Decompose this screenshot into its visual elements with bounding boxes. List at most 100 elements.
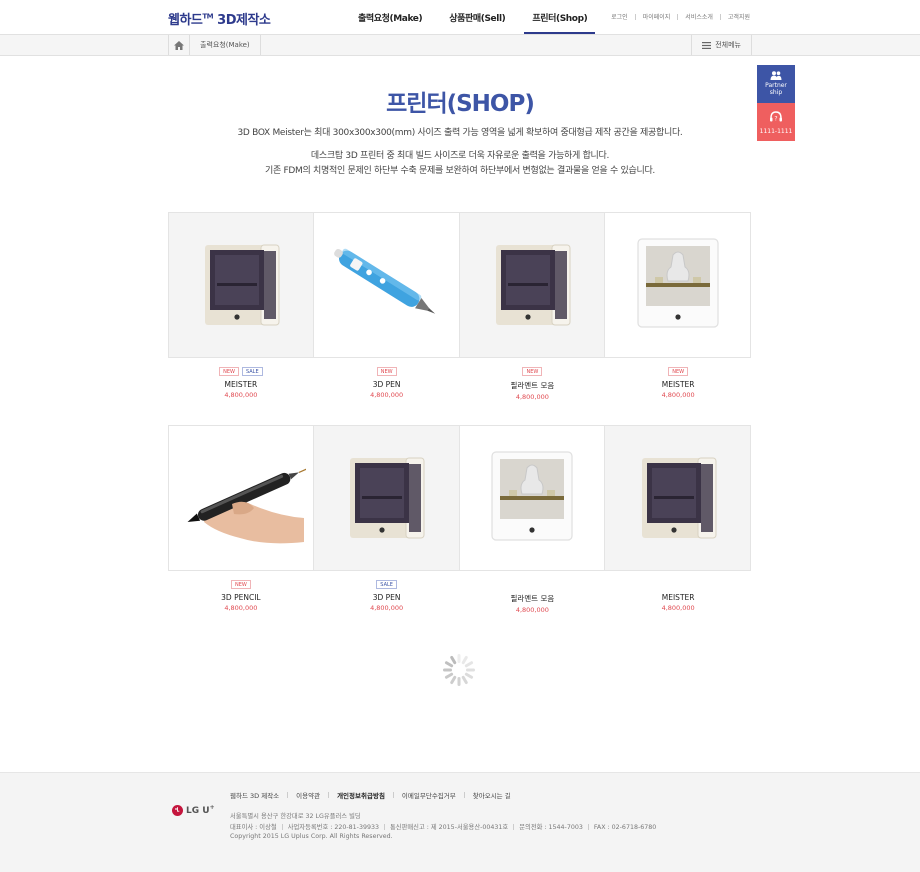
divider xyxy=(587,824,589,830)
hamburger-icon xyxy=(702,41,712,49)
meister-printer-icon xyxy=(191,233,291,337)
divider xyxy=(634,13,636,20)
product-image[interactable] xyxy=(168,425,314,571)
footer-copyright: Copyright 2015 LG Uplus Corp. All Rights… xyxy=(230,833,393,840)
intro-text-1: 3D BOX Meister는 최대 300x300x300(mm) 사이즈 출… xyxy=(237,128,683,138)
spinner-bar xyxy=(461,655,468,665)
product-name[interactable]: 3D PEN xyxy=(314,380,460,389)
3d-pen-icon xyxy=(326,233,446,337)
badge-group: NEW SALE xyxy=(168,367,314,377)
product-image[interactable] xyxy=(459,212,606,358)
spinner-bar xyxy=(450,675,457,685)
product-name[interactable]: 3D PEN xyxy=(314,593,460,602)
product-image[interactable] xyxy=(605,425,751,571)
nav-sell[interactable]: 상품판매(Sell) xyxy=(441,0,513,34)
new-badge: NEW xyxy=(230,580,251,589)
badge-group xyxy=(605,580,751,590)
all-menu-button[interactable]: 전체메뉴 xyxy=(691,35,752,55)
product-name[interactable]: 필라멘트 모음 xyxy=(460,593,606,604)
footer-company-info: 대표이사 : 이상철 사업자등록번호 : 220-81-39933 통신판매신고 :… xyxy=(230,822,656,831)
business-number: 사업자등록번호 : 220-81-39933 xyxy=(287,824,379,831)
footer-link-privacy[interactable]: 개인정보취급방침 xyxy=(337,790,385,800)
support-link[interactable]: 고객지원 xyxy=(728,12,750,21)
badge-group: SALE xyxy=(314,580,460,590)
new-badge: NEW xyxy=(376,367,397,376)
mail-order-number: 통신판매신고 : 제 2015-서울용산-00431호 xyxy=(389,824,509,831)
product-name[interactable]: 필라멘트 모음 xyxy=(460,380,606,391)
product-name[interactable]: 3D PENCIL xyxy=(168,593,314,602)
mypage-link[interactable]: 마이페이지 xyxy=(643,12,671,21)
product-card[interactable]: NEW 3D PENCIL 4,800,000 xyxy=(168,425,314,614)
product-card[interactable]: SALE 3D PEN 4,800,000 xyxy=(313,425,460,614)
divider xyxy=(287,792,289,798)
product-image[interactable] xyxy=(605,212,751,358)
people-icon xyxy=(770,71,782,80)
fax-info: FAX : 02-6718-6780 xyxy=(593,824,657,831)
product-image[interactable] xyxy=(168,212,314,358)
divider xyxy=(281,824,283,830)
spinner-bar xyxy=(444,661,454,668)
breadcrumb[interactable]: 출력요청(Make) xyxy=(190,35,261,55)
badge-group xyxy=(460,580,606,590)
utility-menu: 로그인 마이페이지 서비스소개 고객지원 xyxy=(611,12,750,21)
open-printer-icon xyxy=(633,233,723,337)
footer-link-home[interactable]: 웹하드 3D 제작소 xyxy=(230,790,279,800)
product-name[interactable]: MEISTER xyxy=(168,380,314,389)
spinner-bar xyxy=(450,655,457,665)
spinner-bar xyxy=(466,668,475,672)
product-image[interactable] xyxy=(313,212,460,358)
top-header: 웹하드TM 3D제작소 출력요청(Make) 상품판매(Sell) 프린터(Sh… xyxy=(0,0,920,34)
product-card[interactable]: NEW SALE MEISTER 4,800,000 xyxy=(168,212,314,401)
product-price: 4,800,000 xyxy=(515,606,549,614)
footer-address: 서울특별시 용산구 한강대로 32 LG유플러스 빌딩 xyxy=(230,813,361,820)
brand-name: LG U+ xyxy=(186,804,215,816)
page-title: 프린터(SHOP) xyxy=(386,91,535,117)
spinner-bar xyxy=(457,677,461,686)
footer-links: 웹하드 3D 제작소 이용약관 개인정보취급방침 이메일무단수집거부 찾아오시는… xyxy=(230,790,511,800)
footer-link-email-refusal[interactable]: 이메일무단수집거부 xyxy=(402,790,456,800)
meister-printer-icon xyxy=(336,446,436,550)
product-card[interactable]: NEW 필라멘트 모음 4,800,000 xyxy=(459,212,606,401)
product-price: 4,800,000 xyxy=(224,604,258,612)
spinner-bar xyxy=(457,654,461,663)
service-intro-link[interactable]: 서비스소개 xyxy=(685,12,713,21)
new-badge: NEW xyxy=(668,367,689,376)
sale-badge: SALE xyxy=(376,580,397,589)
product-card[interactable]: 필라멘트 모음 4,800,000 xyxy=(459,425,606,614)
sale-badge: SALE xyxy=(241,367,263,376)
footer-link-directions[interactable]: 찾아오시는 길 xyxy=(473,790,511,800)
meister-printer-icon xyxy=(482,233,582,337)
intro-text-3: 기존 FDM의 치명적인 문제인 하단부 수축 문제를 보완하여 하단부에서 변… xyxy=(265,166,655,176)
all-menu-label: 전체메뉴 xyxy=(715,41,741,49)
product-card[interactable]: MEISTER 4,800,000 xyxy=(605,425,751,614)
product-price: 4,800,000 xyxy=(370,604,404,612)
badge-group: NEW xyxy=(460,367,606,377)
product-name[interactable]: MEISTER xyxy=(605,380,751,389)
site-footer: 웹하드 3D 제작소 이용약관 개인정보취급방침 이메일무단수집거부 찾아오시는… xyxy=(0,772,920,872)
product-price: 4,800,000 xyxy=(224,391,258,399)
home-button[interactable] xyxy=(168,35,190,55)
main-nav: 출력요청(Make) 상품판매(Sell) 프린터(Shop) xyxy=(350,0,596,34)
divider xyxy=(328,792,330,798)
product-price: 4,800,000 xyxy=(370,391,404,399)
product-card[interactable]: NEW MEISTER 4,800,000 xyxy=(605,212,751,401)
nav-make[interactable]: 출력요청(Make) xyxy=(350,0,430,34)
badge-group: NEW xyxy=(168,580,314,590)
brand-text: LG U xyxy=(186,806,210,816)
login-link[interactable]: 로그인 xyxy=(611,12,628,21)
product-image[interactable] xyxy=(459,425,606,571)
nav-shop[interactable]: 프린터(Shop) xyxy=(524,0,596,34)
3d-pencil-in-hand-icon xyxy=(176,446,311,550)
site-logo[interactable]: 웹하드TM 3D제작소 xyxy=(168,9,271,28)
product-name[interactable]: MEISTER xyxy=(605,593,751,602)
product-row: NEW SALE MEISTER 4,800,000 NEW 3D PEN 4,800,00… xyxy=(168,212,751,401)
product-price: 4,800,000 xyxy=(661,391,695,399)
spinner-bar xyxy=(464,661,474,668)
footer-logo: LG U+ xyxy=(172,804,215,816)
product-price: 4,800,000 xyxy=(515,393,549,401)
product-image[interactable] xyxy=(313,425,460,571)
lg-logo-icon xyxy=(172,804,183,816)
footer-link-terms[interactable]: 이용약관 xyxy=(296,790,320,800)
product-card[interactable]: NEW 3D PEN 4,800,000 xyxy=(313,212,460,401)
ceo-info: 대표이사 : 이상철 xyxy=(230,824,277,831)
